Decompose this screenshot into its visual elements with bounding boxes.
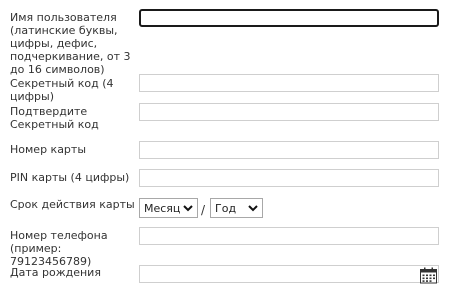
secret-code-input[interactable]: [139, 74, 439, 92]
phone-input[interactable]: [139, 227, 439, 245]
username-label: Имя пользователя (латинские буквы, цифры…: [10, 11, 131, 76]
card-expiry-label: Срок действия карты: [10, 198, 135, 211]
phone-label: Номер телефона (пример: 79123456789): [10, 229, 108, 268]
card-number-input[interactable]: [139, 141, 439, 159]
expiry-month-select[interactable]: Месяц: [139, 198, 198, 218]
pin-label: PIN карты (4 цифры): [10, 171, 130, 184]
chevron-down-icon: [248, 205, 258, 212]
expiry-separator: /: [201, 203, 206, 217]
secret-code-label: Секретный код (4 цифры): [10, 77, 114, 103]
pin-input[interactable]: [139, 169, 439, 187]
card-number-label: Номер карты: [10, 143, 87, 156]
expiry-month-value: Месяц: [144, 201, 181, 215]
birth-date-input[interactable]: [139, 265, 439, 283]
expiry-year-select[interactable]: Год: [210, 198, 263, 218]
confirm-secret-code-label: Подтвердите Секретный код: [10, 105, 99, 131]
chevron-down-icon: [183, 205, 193, 212]
birth-date-label: Дата рождения: [10, 266, 101, 279]
confirm-secret-code-input[interactable]: [139, 103, 439, 121]
username-input[interactable]: [139, 9, 439, 27]
calendar-icon[interactable]: [419, 267, 438, 284]
expiry-year-value: Год: [215, 201, 237, 215]
